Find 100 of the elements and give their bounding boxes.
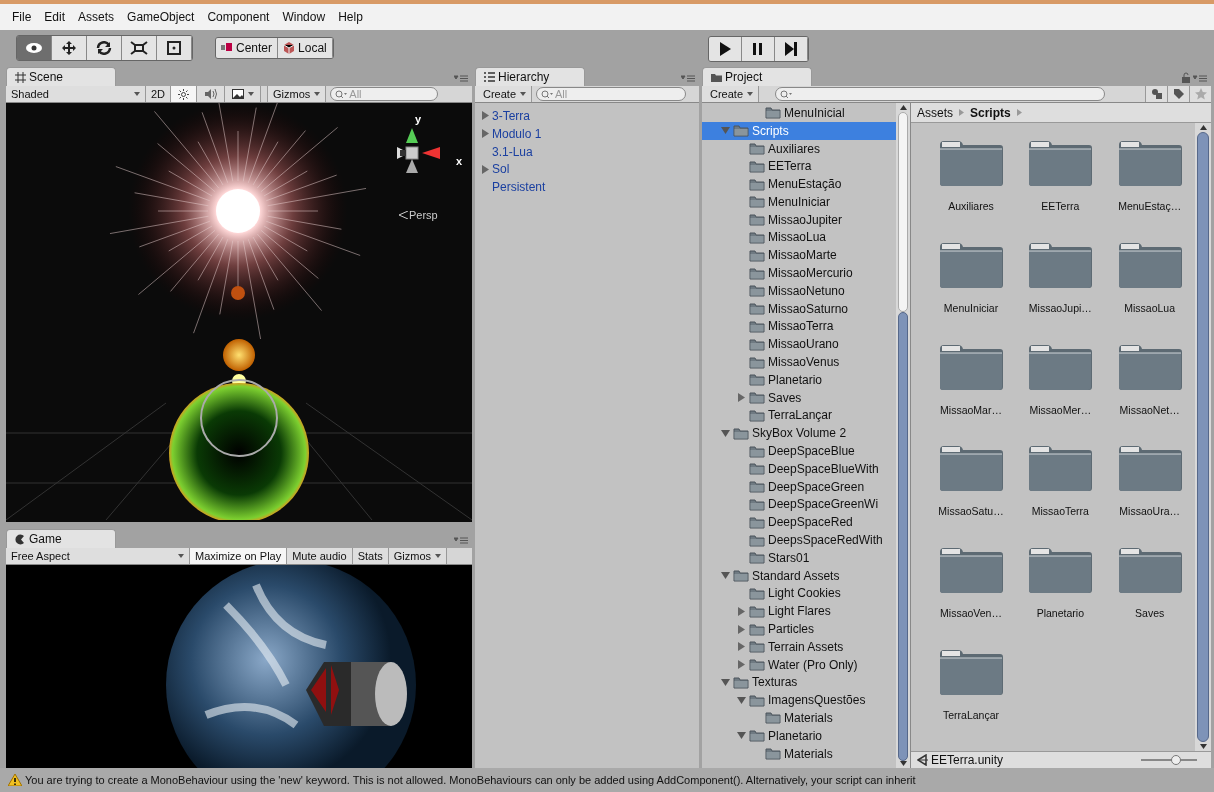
menu-item[interactable]: File <box>12 8 32 26</box>
tree-item[interactable]: EETerra <box>702 157 896 176</box>
folder-tile[interactable]: MissaoVen… <box>927 544 1015 622</box>
folder-tile[interactable]: MissaoMer… <box>1016 340 1105 419</box>
folder-tile[interactable]: MissaoTerra <box>1016 442 1105 520</box>
folder-tile[interactable]: MissaoLua <box>1105 238 1194 317</box>
playback-button[interactable] <box>709 37 742 61</box>
tree-item[interactable]: MenuEstação <box>702 175 896 193</box>
tree-item[interactable]: Light Cookies <box>702 584 896 603</box>
scrollbar-thumb[interactable] <box>898 312 908 761</box>
search-field[interactable] <box>775 87 1106 101</box>
tree-item[interactable]: DeepSpaceRed <box>702 513 896 532</box>
audio-toggle[interactable] <box>197 86 226 102</box>
tree-item[interactable]: SkyBox Volume 2 <box>702 424 896 443</box>
tool-button[interactable] <box>157 36 192 60</box>
tool-button[interactable] <box>87 36 122 60</box>
playback-button[interactable] <box>775 37 808 61</box>
tree-item[interactable]: MissaoJupiter <box>702 210 896 229</box>
hierarchy-item[interactable]: Sol <box>475 160 699 179</box>
menu-item[interactable]: Edit <box>44 8 66 26</box>
menu-item[interactable]: Help <box>338 8 363 26</box>
tree-item[interactable]: MissaoLua <box>702 228 896 247</box>
breadcrumb-item[interactable]: Assets <box>917 103 953 122</box>
toolbar-toggle[interactable]: Maximize on Play <box>190 548 288 564</box>
folder-tile[interactable]: MissaoUra… <box>1105 442 1194 520</box>
panel-tab[interactable]: Project <box>702 67 812 86</box>
hierarchy-item[interactable]: Persistent <box>475 178 699 196</box>
tree-item[interactable]: Light Flares <box>702 602 896 621</box>
tree-item[interactable]: MissaoUrano <box>702 335 896 354</box>
tool-button[interactable] <box>122 36 157 60</box>
folder-tile[interactable]: EETerra <box>1016 137 1105 215</box>
tree-item[interactable]: Particles <box>702 620 896 638</box>
shading-dropdown[interactable]: Shaded <box>6 86 146 102</box>
folder-tile[interactable]: MissaoMar… <box>927 340 1015 419</box>
gizmos-dropdown[interactable]: Gizmos <box>388 548 447 564</box>
folder-tile[interactable]: MenuEstaç… <box>1105 137 1194 215</box>
tree-item[interactable]: TerraLançar <box>702 406 896 425</box>
tree-item[interactable]: MissaoNetuno <box>702 281 896 300</box>
gizmos-dropdown[interactable]: Gizmos <box>267 86 327 102</box>
tree-item[interactable]: Materials <box>702 744 896 763</box>
folder-tile[interactable]: Planetario <box>1016 544 1105 622</box>
effects-dropdown[interactable] <box>225 86 262 102</box>
hierarchy-item[interactable]: 3.1-Lua <box>475 142 699 161</box>
tree-item[interactable]: Saves <box>702 388 896 407</box>
tree-item[interactable]: Planetario <box>702 370 896 389</box>
mode-2d-toggle[interactable]: 2D <box>146 86 172 102</box>
tree-item[interactable]: Stars01 <box>702 548 896 567</box>
folder-tile[interactable]: MenuIniciar <box>927 238 1015 317</box>
folder-tile[interactable]: Saves <box>1105 544 1194 622</box>
folder-tile[interactable]: MissaoNet… <box>1105 340 1194 419</box>
tree-item[interactable]: MissaoMercurio <box>702 264 896 282</box>
tree-item[interactable]: DeepsSpaceRedWith <box>702 531 896 549</box>
toolbar-toggle[interactable]: Stats <box>352 548 389 564</box>
slider-thumb[interactable] <box>1170 755 1181 765</box>
tool-button[interactable] <box>52 36 87 60</box>
pivot-button-group[interactable]: Center Local <box>215 37 334 59</box>
folder-tile[interactable]: MissaoJupi… <box>1016 238 1105 317</box>
tree-item[interactable]: Standard Assets <box>702 566 896 585</box>
tree-item[interactable]: MenuIniciar <box>702 193 896 211</box>
aspect-dropdown[interactable]: Free Aspect <box>6 548 190 564</box>
menu-item[interactable]: GameObject <box>127 8 195 26</box>
toolbar-button[interactable]: Center <box>216 38 279 58</box>
playback-button[interactable] <box>742 37 775 61</box>
breadcrumb-item[interactable]: Scripts <box>970 103 1011 122</box>
filter-button[interactable] <box>1145 86 1167 102</box>
panel-tab[interactable]: Game <box>6 529 116 548</box>
folder-tile[interactable]: MissaoSatu… <box>927 442 1015 520</box>
tree-item[interactable]: Terrain Assets <box>702 637 896 656</box>
create-dropdown[interactable]: Create <box>702 86 760 102</box>
scrollbar-thumb[interactable] <box>1197 132 1209 742</box>
folder-tile[interactable]: Auxiliares <box>927 137 1015 215</box>
tree-item[interactable]: MissaoTerra <box>702 317 896 336</box>
tree-item[interactable]: DeepSpaceBlueWith <box>702 459 896 478</box>
panel-tab[interactable]: Scene <box>6 67 116 86</box>
scrollbar[interactable] <box>896 103 910 768</box>
create-dropdown[interactable]: Create <box>475 86 533 102</box>
tree-item[interactable]: Scripts <box>702 121 896 140</box>
toolbar-button[interactable]: Local <box>278 38 333 58</box>
menu-item[interactable]: Window <box>282 8 326 26</box>
filter-button[interactable] <box>1167 86 1189 102</box>
panel-tab[interactable]: Hierarchy <box>475 67 585 86</box>
toolbar-toggle[interactable]: Mute audio <box>287 548 353 564</box>
menu-item[interactable]: Assets <box>78 8 115 26</box>
tree-item[interactable]: Materials <box>702 709 896 727</box>
menu-item[interactable]: Component <box>207 8 270 26</box>
tree-item[interactable]: DeepSpaceGreenWi <box>702 495 896 514</box>
scrollbar[interactable] <box>1195 123 1211 751</box>
tree-item[interactable]: MissaoSaturno <box>702 299 896 318</box>
tree-item[interactable]: DeepSpaceGreen <box>702 477 896 496</box>
lighting-toggle[interactable] <box>171 86 198 102</box>
tree-item[interactable]: Planetario <box>702 726 896 745</box>
hierarchy-item[interactable]: Modulo 1 <box>475 124 699 143</box>
tree-item[interactable]: Auxiliares <box>702 139 896 158</box>
tree-item[interactable]: ImagensQuestões <box>702 691 896 710</box>
tree-item[interactable]: Water (Pro Only) <box>702 655 896 674</box>
folder-tile[interactable]: TerraLançar <box>927 645 1015 724</box>
tree-item[interactable]: Texturas <box>702 673 896 692</box>
playback-controls[interactable] <box>708 36 809 62</box>
tree-item[interactable]: MenuInicial <box>702 104 896 122</box>
tree-item[interactable]: MissaoVenus <box>702 353 896 371</box>
